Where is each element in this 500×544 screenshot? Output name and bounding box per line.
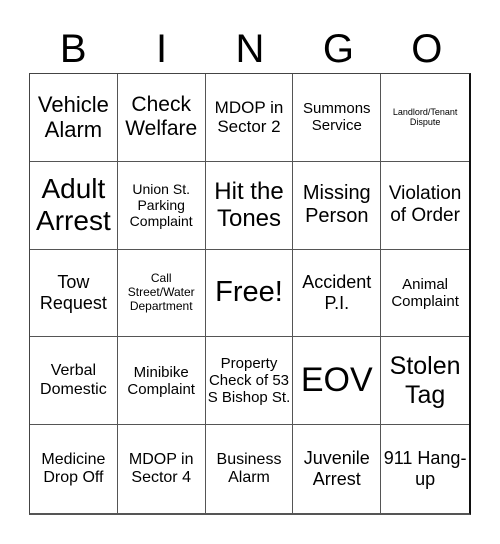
bingo-cell-label: Medicine Drop Off [41,450,106,487]
header-letter-o: O [411,27,443,71]
bingo-cell[interactable]: Business Alarm [206,425,294,513]
bingo-cell-label: MDOP in Sector 4 [128,450,194,487]
bingo-cell[interactable]: Summons Service [293,74,382,162]
header-letter-b: B [59,27,87,71]
bingo-cell[interactable]: Minibike Complaint [117,337,206,426]
bingo-cell[interactable]: Medicine Drop Off [30,425,118,513]
bingo-cell-label: Juvenile Arrest [303,448,370,490]
bingo-cell[interactable]: Landlord/Tenant Dispute [381,74,469,162]
bingo-cell-label: MDOP in Sector 2 [214,97,284,137]
bingo-cell-label: Hit the Tones [214,177,284,233]
bingo-cell[interactable]: Property Check of 53 S Bishop St. [205,337,294,426]
bingo-cell-label: Property Check of 53 S Bishop St. [207,354,291,407]
bingo-cell-label: 911 Hang-up [383,448,467,490]
bingo-cell-label: Stolen Tag [389,352,461,409]
bingo-cell[interactable]: Vehicle Alarm [30,74,118,162]
bingo-cell-label: Missing Person [302,182,371,228]
bingo-cell-label: Call Street/Water Department [127,271,195,313]
bingo-cell[interactable]: Check Welfare [117,74,206,162]
bingo-cell[interactable]: MDOP in Sector 2 [205,74,294,162]
bingo-cell[interactable]: Union St. Parking Complaint [117,161,206,250]
header-letter-i: I [156,27,168,71]
bingo-cell-label: Summons Service [303,100,371,135]
bingo-cell[interactable]: Adult Arrest [30,161,118,250]
bingo-cell-label: Accident P.I. [302,272,372,313]
bingo-header: B I N G O [29,24,471,74]
bingo-cell[interactable]: Violation of Order [381,162,469,250]
bingo-cell-free[interactable]: Free! [205,249,294,338]
bingo-cell[interactable]: Call Street/Water Department [117,249,206,338]
bingo-cell[interactable]: MDOP in Sector 4 [118,425,206,513]
bingo-cell-label: Free! [215,276,283,309]
bingo-card-grid: Vehicle Alarm Check Welfare MDOP in Sector… [29,73,471,515]
header-letter-n: N [235,27,265,71]
bingo-cell-label: Verbal Domestic [40,362,107,398]
bingo-cell-label: Adult Arrest [36,173,111,237]
bingo-cell[interactable]: 911 Hang-up [381,425,469,513]
bingo-cell-label: Violation of Order [388,183,462,227]
bingo-cell-label: Minibike Complaint [127,363,195,398]
bingo-cell[interactable]: Verbal Domestic [30,337,118,426]
bingo-cell-label: Animal Complaint [391,275,459,310]
bingo-cell-label: EOV [300,361,373,400]
bingo-cell[interactable]: Juvenile Arrest [293,425,382,513]
bingo-cell[interactable]: Animal Complaint [381,250,469,338]
bingo-cell-label: Tow Request [39,272,107,313]
bingo-cell-label: Union St. Parking Complaint [129,181,193,230]
bingo-cell-label: Landlord/Tenant Dispute [392,107,458,128]
header-letter-g: G [322,27,354,71]
bingo-cell[interactable]: EOV [293,337,382,426]
bingo-cell-label: Vehicle Alarm [37,92,109,143]
bingo-cell[interactable]: Stolen Tag [381,337,469,426]
bingo-cell[interactable]: Tow Request [30,249,118,338]
bingo-cell-label: Check Welfare [125,93,198,141]
bingo-cell-label: Business Alarm [216,450,282,487]
bingo-cell[interactable]: Missing Person [293,161,382,250]
bingo-cell[interactable]: Accident P.I. [293,249,382,338]
bingo-cell[interactable]: Hit the Tones [205,161,294,250]
